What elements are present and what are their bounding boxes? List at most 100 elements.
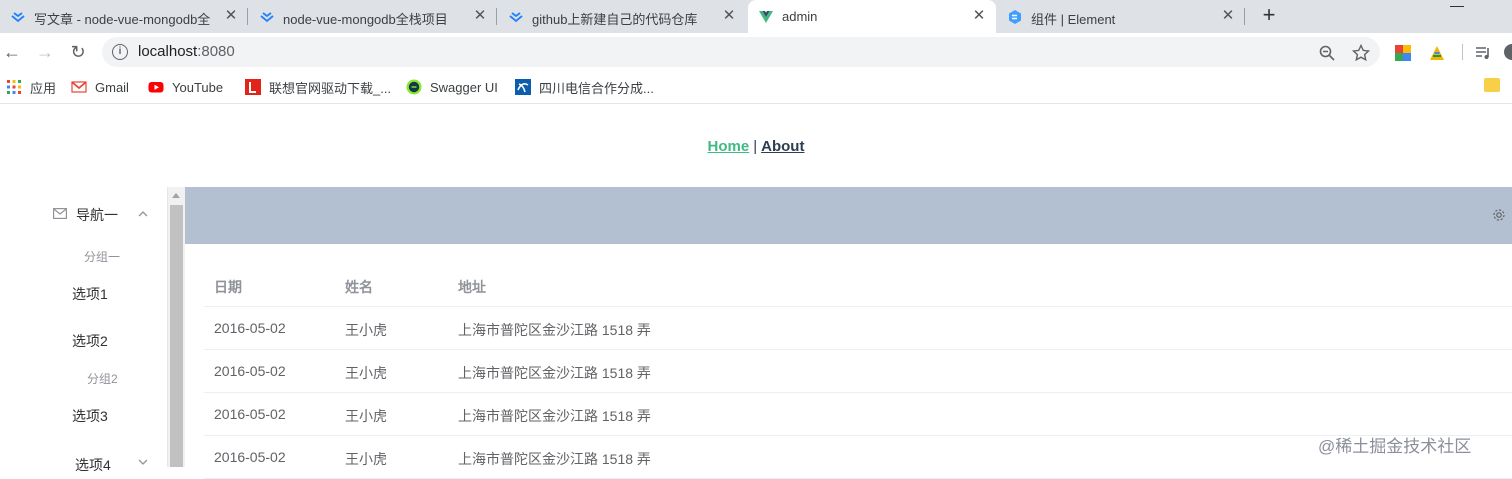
tab-close-icon[interactable]: ✕ [1219, 7, 1237, 25]
site-info-icon[interactable]: i [112, 44, 128, 60]
cell-address: 上海市普陀区金沙江路 1518 弄 [458, 408, 651, 424]
scroll-up-arrow-icon[interactable] [172, 193, 180, 198]
media-control-icon[interactable] [1474, 44, 1492, 62]
zoom-icon[interactable] [1318, 44, 1336, 62]
bookmark-label: YouTube [172, 79, 224, 95]
toolbar-divider [1462, 44, 1463, 60]
cell-address: 上海市普陀区金沙江路 1518 弄 [458, 365, 651, 381]
tab-title: github上新建自己的代码仓库 [532, 12, 698, 27]
bookmark-star-icon[interactable] [1352, 44, 1370, 62]
cell-address: 上海市普陀区金沙江路 1518 弄 [458, 451, 651, 467]
about-link[interactable]: About [761, 138, 804, 155]
table-row[interactable]: 2016-05-02 王小虎 上海市普陀区金沙江路 1518 弄 [204, 350, 1512, 393]
submenu-option-4[interactable]: 选项4 [75, 455, 111, 475]
extension-colorful-icon[interactable] [1394, 44, 1412, 62]
bookmark-lenovo[interactable]: 联想官网驱动下载_... [245, 78, 391, 96]
column-header-name[interactable]: 姓名 [345, 277, 373, 297]
cell-date: 2016-05-02 [214, 363, 286, 379]
bookmark-youtube[interactable]: YouTube [148, 78, 223, 96]
bookmark-label: 四川电信合作分成... [539, 80, 654, 96]
sidebar-menu: 导航一 分组一 选项1 选项2 分组2 选项3 选项4 [0, 187, 168, 473]
scrollbar-thumb[interactable] [170, 205, 183, 467]
browser-tab-4-active[interactable]: admin ✕ [748, 0, 996, 33]
youtube-icon [148, 82, 164, 93]
message-icon [53, 208, 67, 219]
back-arrow-icon[interactable]: ← [2, 42, 22, 62]
vue-icon [759, 11, 773, 23]
juejin-icon [509, 12, 523, 23]
swagger-icon [406, 79, 422, 95]
bookmark-label: 应用 [30, 80, 57, 96]
browser-tab-5[interactable]: 组件 | Element ✕ [997, 0, 1245, 33]
bookmark-telecom[interactable]: 四川电信合作分成... [515, 78, 654, 96]
telecom-icon [515, 79, 531, 95]
element-icon [1009, 10, 1021, 24]
tab-title: node-vue-mongodb全栈项目 [283, 12, 448, 27]
nav-separator: | [753, 138, 758, 155]
cell-date: 2016-05-02 [214, 320, 286, 336]
app-nav: Home | About [0, 138, 1512, 155]
tab-divider [496, 8, 497, 25]
menu-group-title: 分组2 [87, 372, 118, 386]
menu-group-title: 分组一 [84, 250, 121, 264]
bookmark-swagger[interactable]: Swagger UI [406, 78, 498, 96]
data-table: 日期 姓名 地址 2016-05-02 王小虎 上海市普陀区金沙江路 1518 … [204, 264, 1512, 479]
bookmark-label: 联想官网驱动下载_... [269, 80, 392, 96]
chevron-up-icon [138, 211, 148, 217]
bookmark-folder-icon[interactable] [1484, 78, 1500, 92]
browser-tab-3[interactable]: github上新建自己的代码仓库 ✕ [498, 0, 746, 33]
lenovo-icon [245, 79, 261, 95]
menu-item-option-1[interactable]: 选项1 [72, 284, 108, 304]
juejin-icon [11, 12, 25, 23]
cell-name: 王小虎 [345, 322, 387, 338]
browser-toolbar: ← → ↻ i localhost:8080 [0, 33, 1512, 70]
browser-tab-2[interactable]: node-vue-mongodb全栈项目 ✕ [249, 0, 497, 33]
table-row[interactable]: 2016-05-02 王小虎 上海市普陀区金沙江路 1518 弄 [204, 436, 1512, 479]
url-port: :8080 [197, 43, 235, 60]
profile-avatar[interactable] [1504, 44, 1512, 60]
bookmarks-bar: 应用 Gmail YouTube 联想官网驱动下载_... Swagger UI… [0, 70, 1512, 104]
menu-item-option-3[interactable]: 选项3 [72, 406, 108, 426]
juejin-icon [260, 12, 274, 23]
apps-grid-icon [7, 80, 21, 94]
cell-date: 2016-05-02 [214, 449, 286, 465]
gmail-icon [71, 81, 87, 93]
column-header-date[interactable]: 日期 [214, 277, 242, 297]
cell-address: 上海市普陀区金沙江路 1518 弄 [458, 322, 651, 338]
address-bar[interactable]: i localhost:8080 [102, 37, 1380, 67]
tab-close-icon[interactable]: ✕ [471, 7, 489, 25]
minimize-icon[interactable] [1450, 6, 1464, 7]
browser-tab-1[interactable]: 写文章 - node-vue-mongodb全 ✕ [0, 0, 248, 33]
new-tab-button[interactable]: + [1258, 4, 1280, 26]
watermark-text: @稀土掘金技术社区 [1318, 437, 1472, 456]
tab-title: 写文章 - node-vue-mongodb全 [34, 12, 211, 27]
submenu-title: 导航一 [76, 207, 118, 223]
table-header-row: 日期 姓名 地址 [204, 264, 1512, 307]
tab-title: admin [782, 9, 818, 24]
cell-name: 王小虎 [345, 365, 387, 381]
table-row[interactable]: 2016-05-02 王小虎 上海市普陀区金沙江路 1518 弄 [204, 393, 1512, 436]
submenu-nav-one[interactable]: 导航一 [0, 187, 168, 241]
tab-divider [247, 8, 248, 25]
cell-name: 王小虎 [345, 451, 387, 467]
bookmark-label: Gmail [95, 79, 129, 95]
menu-item-option-2[interactable]: 选项2 [72, 331, 108, 351]
tab-title: 组件 | Element [1031, 12, 1116, 27]
tab-close-icon[interactable]: ✕ [970, 7, 988, 25]
bookmark-gmail[interactable]: Gmail [71, 78, 129, 96]
column-header-address[interactable]: 地址 [458, 277, 486, 297]
tab-close-icon[interactable]: ✕ [222, 7, 240, 25]
table-row[interactable]: 2016-05-02 王小虎 上海市普陀区金沙江路 1518 弄 [204, 307, 1512, 350]
home-link[interactable]: Home [708, 138, 750, 155]
bookmark-apps[interactable]: 应用 [6, 78, 56, 96]
tab-close-icon[interactable]: ✕ [720, 7, 738, 25]
browser-tab-strip: 写文章 - node-vue-mongodb全 ✕ node-vue-mongo… [0, 0, 1512, 33]
cell-name: 王小虎 [345, 408, 387, 424]
extension-triangle-icon[interactable] [1428, 44, 1446, 62]
gear-icon[interactable] [1492, 208, 1506, 222]
bookmark-label: Swagger UI [430, 79, 498, 95]
main-header [185, 187, 1512, 244]
forward-arrow-icon[interactable]: → [35, 42, 55, 62]
reload-icon[interactable]: ↻ [68, 42, 88, 62]
address-url[interactable]: localhost:8080 [138, 43, 235, 60]
